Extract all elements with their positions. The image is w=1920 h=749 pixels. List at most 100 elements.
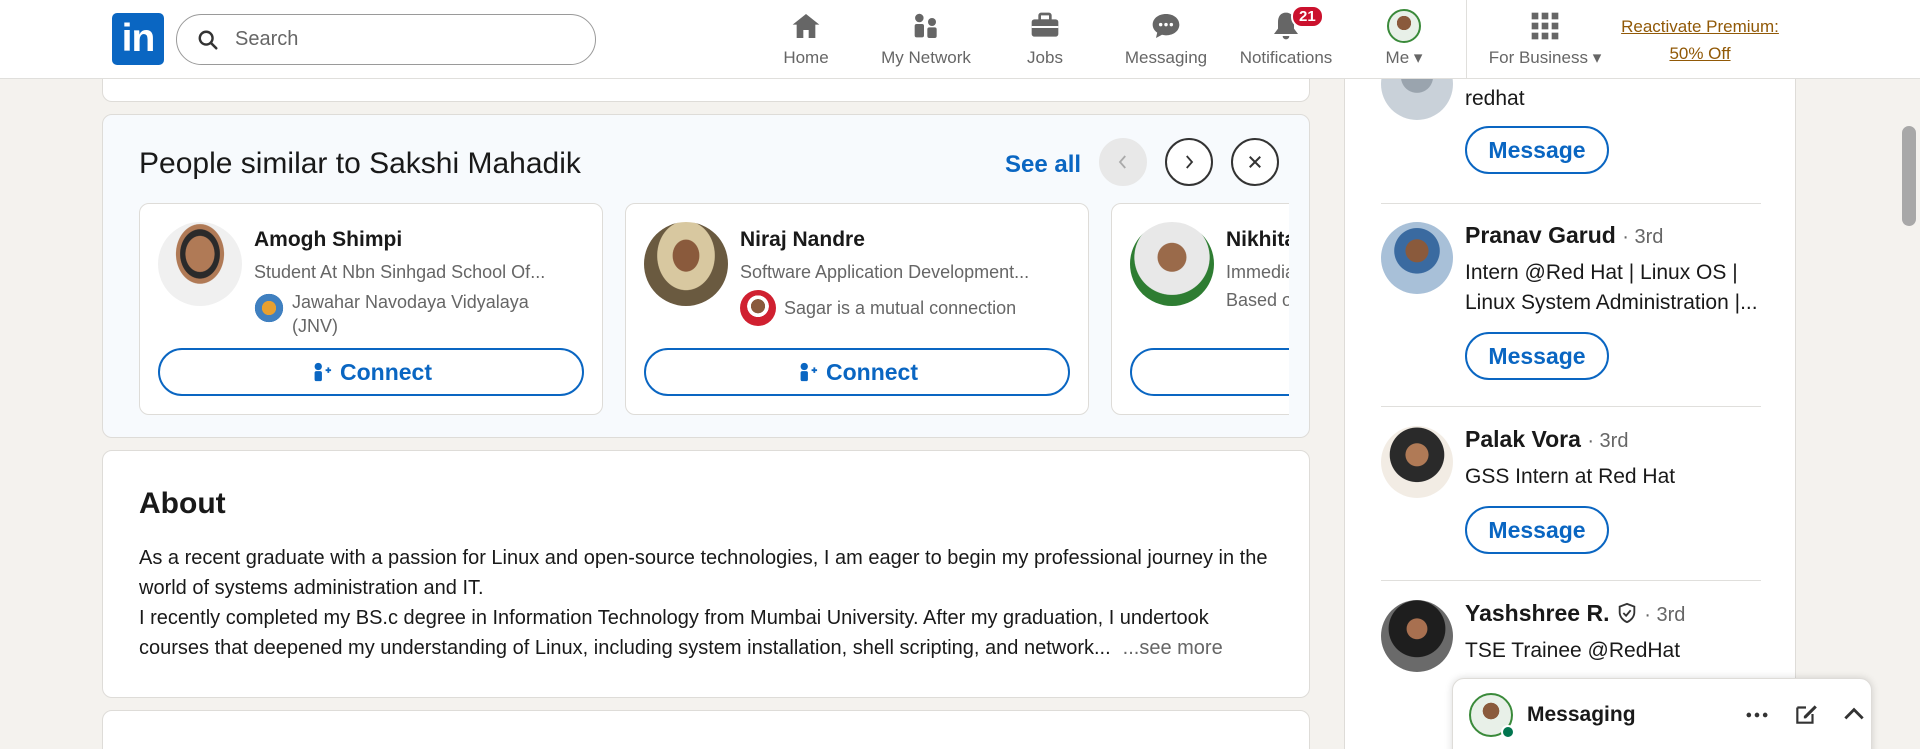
connect-button[interactable] [1130,348,1289,396]
person-avatar[interactable] [1381,426,1453,498]
nav-for-business[interactable]: For Business ▾ [1484,8,1606,72]
nav-my-network-label: My Network [881,48,971,67]
person-name[interactable]: Palak Vora · 3rd [1465,426,1628,453]
expand-messaging-button[interactable] [1841,701,1867,732]
person-avatar[interactable] [1130,222,1214,306]
avatar [1387,9,1421,43]
connect-button[interactable]: Connect [644,348,1070,396]
person-name[interactable]: Niraj Nandre [740,228,865,252]
mutual-line-1: Sagar is a mutual connection [784,298,1017,318]
linkedin-logo[interactable]: in [112,13,164,65]
person-headline: TSE Trainee @RedHat [1465,639,1681,662]
person-headline: Intern @Red Hat | Linux OS | Linux Syste… [1465,261,1758,314]
dismiss-section-button[interactable] [1231,138,1279,186]
compose-message-button[interactable] [1793,701,1819,732]
person-name[interactable]: Amogh Shimpi [254,228,402,252]
nav-notifications-label: Notifications [1239,48,1333,67]
message-label: Message [1488,342,1586,369]
carousel-prev-button[interactable] [1099,138,1147,186]
message-label: Message [1488,136,1586,163]
about-card: About As a recent graduate with a passio… [102,450,1310,698]
person-name[interactable]: Yashshree R. · 3rd [1465,600,1685,627]
mutual-line-1: Jawahar Navodaya Vidyalaya [292,292,529,312]
person-card[interactable]: Nikhita S Immediate Based on y [1111,203,1289,415]
chevron-down-icon: ▾ [1413,48,1423,67]
messaging-icon [1152,14,1180,38]
about-title: About [139,487,226,520]
premium-line-1: Reactivate Premium: [1621,17,1779,36]
message-label: Message [1488,516,1586,543]
reactivate-premium-link[interactable]: Reactivate Premium: 50% Off [1610,13,1790,67]
connect-label: Connect [340,358,432,385]
online-status-dot [1501,725,1515,739]
nav-home-label: Home [783,48,829,67]
school-logo-icon [254,290,284,326]
person-card[interactable]: Niraj Nandre Software Application Develo… [625,203,1089,415]
top-navigation-bar: in Home My Network Jobs Messaging 21 Not… [0,0,1920,79]
nav-jobs-label: Jobs [1027,48,1063,67]
scrollbar-thumb[interactable] [1902,126,1916,226]
person-avatar[interactable] [1381,222,1453,294]
briefcase-icon [1031,12,1059,37]
person-name[interactable]: Pranav Garud · 3rd [1465,222,1663,249]
person-avatar[interactable] [644,222,728,306]
logo-text: in [121,17,156,60]
compose-icon [1796,705,1817,724]
more-options-button[interactable] [1743,701,1771,734]
messaging-title: Messaging [1527,703,1636,726]
connection-degree: · 3rd [1587,430,1629,452]
person-card-clip: Nikhita S Immediate Based on y [1111,203,1289,415]
person-headline: GSS Intern at Red Hat [1465,465,1676,488]
add-person-icon [800,362,818,382]
nav-notifications[interactable]: 21 Notifications [1234,5,1338,72]
nav-divider [1466,0,1467,79]
about-text: As a recent graduate with a passion for … [139,543,1279,663]
connect-button[interactable]: Connect [158,348,584,396]
grid-icon [1531,12,1559,40]
nav-for-business-label: For Business ▾ [1488,48,1602,67]
chevron-left-icon [1118,155,1126,169]
person-headline: Software Application Development... [740,262,1030,282]
person-avatar[interactable] [158,222,242,306]
add-person-icon [314,362,332,382]
person-headline: redhat [1465,87,1525,110]
next-section-card [102,710,1310,749]
section-title: People similar to Sakshi Mahadik [139,147,581,180]
connect-label: Connect [826,358,918,385]
people-similar-card: People similar to Sakshi Mahadik See all… [102,114,1310,438]
connection-degree: · 3rd [1622,226,1664,248]
message-button[interactable]: Message [1465,506,1609,554]
message-button[interactable]: Message [1465,332,1609,380]
nav-messaging-label: Messaging [1124,48,1208,67]
people-also-viewed-sidebar: redhat Message Pranav Garud · 3rd Intern… [1344,48,1796,749]
nav-me-label: Me ▾ [1385,48,1423,67]
chevron-up-icon [1844,707,1864,720]
carousel-next-button[interactable] [1165,138,1213,186]
person-avatar[interactable] [1381,600,1453,672]
divider [1381,406,1761,407]
nav-jobs[interactable]: Jobs [1016,8,1074,72]
search-input[interactable] [235,28,575,51]
person-card[interactable]: Amogh Shimpi Student At Nbn Sinhgad Scho… [139,203,603,415]
person-mutual-info: Based on y [1226,290,1289,310]
nav-messaging[interactable]: Messaging [1120,8,1212,72]
nav-my-network[interactable]: My Network [874,8,978,72]
chevron-down-icon: ▾ [1592,48,1602,67]
about-paragraph-2-text: I recently completed my BS.c degree in I… [139,607,1209,659]
verified-shield-icon [1618,602,1636,624]
network-icon [914,13,937,38]
person-headline: Student At Nbn Sinhgad School Of... [254,262,546,282]
sidebar-person: Pranav Garud · 3rd Intern @Red Hat | Lin… [1381,222,1761,382]
search-bar[interactable] [176,14,596,65]
messaging-overlay[interactable]: Messaging [1452,678,1872,749]
see-all-link[interactable]: See all [1005,151,1081,179]
nav-home[interactable]: Home [776,8,836,72]
notification-count-badge: 21 [1291,5,1324,28]
person-name[interactable]: Nikhita S [1226,228,1289,252]
nav-me[interactable]: Me ▾ [1380,8,1428,72]
message-button[interactable]: Message [1465,126,1609,174]
see-more-link[interactable]: ...see more [1123,637,1223,659]
ellipsis-icon [1746,712,1768,718]
close-icon [1249,156,1261,168]
person-mutual-info: Sagar is a mutual connection [740,290,1016,326]
